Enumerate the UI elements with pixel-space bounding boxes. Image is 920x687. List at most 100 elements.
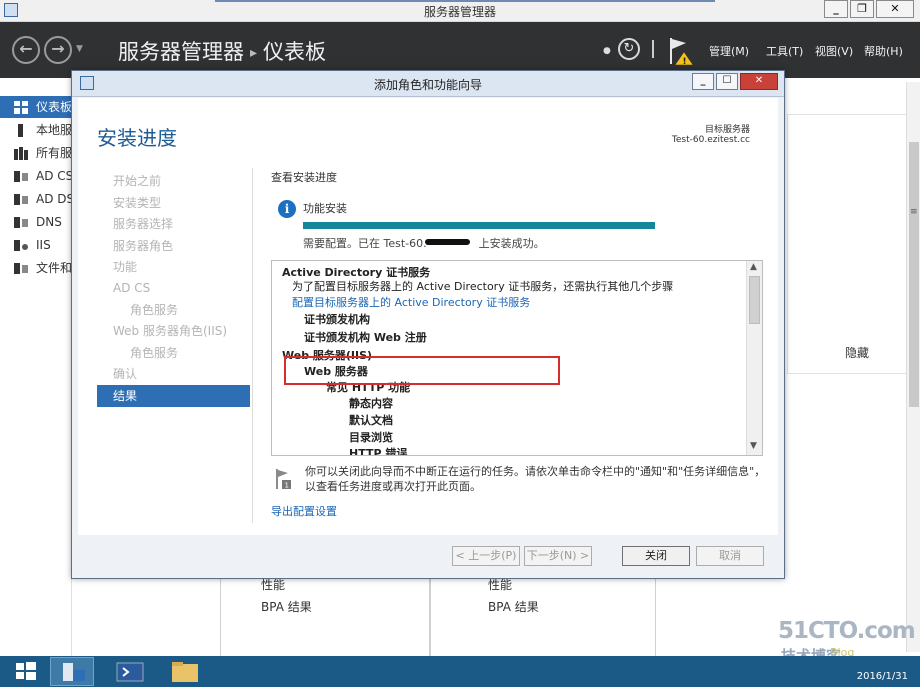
sidebar-item-label: 本地服 <box>36 123 72 137</box>
taskbar-clock[interactable]: 2016/1/31 <box>857 658 908 682</box>
sidebar-item-dashboard[interactable]: 仪表板 <box>0 96 72 118</box>
cancel-button[interactable]: 取消 <box>696 546 764 566</box>
sidebar-item-ad-ds[interactable]: AD DS <box>0 188 72 210</box>
main-scrollbar[interactable]: ≡ <box>906 82 920 652</box>
wizard-minimize-button[interactable]: _ <box>692 73 714 90</box>
add-roles-wizard: 添加角色和功能向导 _ ☐ ✕ 安装进度 目标服务器 Test-60.ezite… <box>71 70 785 579</box>
breadcrumb: 服务器管理器 ▸ 仪表板 <box>118 36 326 66</box>
role-icon <box>14 240 28 251</box>
clock-date: 2016/1/31 <box>856 671 908 682</box>
step-server-selection[interactable]: 服务器选择 <box>97 213 250 235</box>
role-icon <box>14 217 28 228</box>
window-title: 服务器管理器 <box>423 5 496 19</box>
progress-fill <box>303 222 655 229</box>
sidebar-item-label: AD DS <box>36 192 72 206</box>
breadcrumb-root[interactable]: 服务器管理器 <box>118 40 244 64</box>
menu-view[interactable]: 视图(V) <box>815 43 853 59</box>
sidebar-item-label: 文件和 <box>36 261 72 275</box>
wizard-note: 你可以关闭此向导而不中断正在运行的任务。请依次单击命令栏中的"通知"和"任务详细… <box>305 465 766 493</box>
close-wizard-button[interactable]: 关闭 <box>622 546 690 566</box>
install-progress-bar <box>303 222 655 229</box>
svg-text:!: ! <box>683 57 687 66</box>
result-ad-cs-note: 为了配置目标服务器上的 Active Directory 证书服务，还需执行其他… <box>292 280 674 293</box>
result-default-document: 默认文档 <box>349 414 393 427</box>
step-features[interactable]: 功能 <box>97 256 250 278</box>
sidebar-item-label: DNS <box>36 215 62 229</box>
svg-text:1: 1 <box>285 482 289 490</box>
step-server-roles[interactable]: 服务器角色 <box>97 235 250 257</box>
folder-icon <box>172 662 198 682</box>
step-web-role-services[interactable]: 角色服务 <box>97 342 250 364</box>
step-ad-cs[interactable]: AD CS <box>97 277 250 299</box>
watermark-logo: 51CTO.com <box>778 618 916 644</box>
close-button[interactable]: ✕ <box>876 0 914 18</box>
start-button[interactable] <box>4 657 48 686</box>
taskbar-powershell[interactable] <box>108 657 152 686</box>
next-button[interactable]: 下一步(N) > <box>524 546 592 566</box>
result-static-content: 静态内容 <box>349 397 393 410</box>
wizard-titlebar: 添加角色和功能向导 _ ☐ ✕ <box>72 71 784 97</box>
forward-arrow-icon[interactable]: → <box>44 36 72 64</box>
install-status: 需要配置。已在 Test-60. 上安装成功。 <box>303 235 545 251</box>
window-controls: _ ❐ ✕ <box>822 0 914 18</box>
step-ad-cs-role-services[interactable]: 角色服务 <box>97 299 250 321</box>
results-scrollbar[interactable]: ▲ ▼ <box>746 261 762 455</box>
tile-bpa-label[interactable]: BPA 结果 <box>488 598 539 615</box>
menu-tools[interactable]: 工具(T) <box>766 43 803 59</box>
highlight-annotation-box <box>284 356 560 385</box>
step-web-server-role[interactable]: Web 服务器角色(IIS) <box>97 320 250 342</box>
sidebar-item-local-server[interactable]: 本地服 <box>0 119 72 141</box>
tile-bpa-label[interactable]: BPA 结果 <box>261 598 312 615</box>
servers-icon <box>14 147 28 160</box>
step-before-you-begin[interactable]: 开始之前 <box>97 170 250 192</box>
result-http-errors: HTTP 错误 <box>349 447 408 456</box>
target-server-name: Test-60.ezitest.cc <box>671 135 750 145</box>
menu-help[interactable]: 帮助(H) <box>864 43 903 59</box>
sidebar-item-file-services[interactable]: 文件和 <box>0 257 72 279</box>
history-dropdown-icon[interactable]: ▼ <box>76 44 83 54</box>
hide-link[interactable]: 隐藏 <box>845 344 869 361</box>
progress-section-label: 查看安装进度 <box>271 171 337 184</box>
sidebar-item-dns[interactable]: DNS <box>0 211 72 233</box>
scroll-up-icon[interactable]: ▲ <box>750 262 757 272</box>
result-ca-web-enrollment: 证书颁发机构 Web 注册 <box>304 331 427 344</box>
server-icon <box>18 124 23 137</box>
result-directory-browsing: 目录浏览 <box>349 431 393 444</box>
wizard-close-button[interactable]: ✕ <box>740 73 778 90</box>
sidebar-item-label: AD CS <box>36 169 72 183</box>
export-config-link[interactable]: 导出配置设置 <box>271 503 337 519</box>
taskbar-server-manager[interactable] <box>50 657 94 686</box>
wizard-body: 安装进度 目标服务器 Test-60.ezitest.cc 开始之前 安装类型 … <box>78 98 778 535</box>
previous-button[interactable]: < 上一步(P) <box>452 546 520 566</box>
sidebar-item-label: 所有服 <box>36 146 72 160</box>
sidebar-item-all-servers[interactable]: 所有服 <box>0 142 72 164</box>
restore-button[interactable]: ❐ <box>850 0 874 18</box>
configure-ad-cs-link[interactable]: 配置目标服务器上的 Active Directory 证书服务 <box>292 294 530 310</box>
titlebar-accent <box>215 0 715 2</box>
dashboard-icon <box>14 101 28 114</box>
back-arrow-icon[interactable]: ← <box>12 36 40 64</box>
step-installation-type[interactable]: 安装类型 <box>97 192 250 214</box>
sidebar-item-ad-cs[interactable]: AD CS <box>0 165 72 187</box>
step-confirmation[interactable]: 确认 <box>97 363 250 385</box>
refresh-dropdown-icon[interactable]: ● <box>603 46 611 56</box>
info-icon: i <box>278 200 296 218</box>
wizard-title: 添加角色和功能向导 <box>373 78 482 92</box>
scrollbar-thumb[interactable] <box>909 142 919 407</box>
taskbar-explorer[interactable] <box>164 657 208 686</box>
wizard-maximize-button[interactable]: ☐ <box>716 73 738 90</box>
taskbar: 2016/1/31 <box>0 656 920 687</box>
sidebar-item-label: IIS <box>36 238 51 252</box>
step-results[interactable]: 结果 <box>97 385 250 407</box>
minimize-button[interactable]: _ <box>824 0 848 18</box>
wizard-window-controls: _ ☐ ✕ <box>690 73 778 90</box>
results-scroll-thumb[interactable] <box>749 276 760 324</box>
menu-manage[interactable]: 管理(M) <box>709 43 749 59</box>
scrollbar-grip-icon: ≡ <box>910 207 918 217</box>
refresh-icon[interactable]: ↻ <box>618 38 640 60</box>
scroll-down-icon[interactable]: ▼ <box>750 441 757 451</box>
wizard-footer: < 上一步(P) 下一步(N) > 关闭 取消 <box>72 536 784 578</box>
sidebar-item-iis[interactable]: IIS <box>0 234 72 256</box>
notifications-flag-icon[interactable]: ! <box>668 36 694 66</box>
dashboard-tile-2: 性能 BPA 结果 <box>430 578 656 658</box>
